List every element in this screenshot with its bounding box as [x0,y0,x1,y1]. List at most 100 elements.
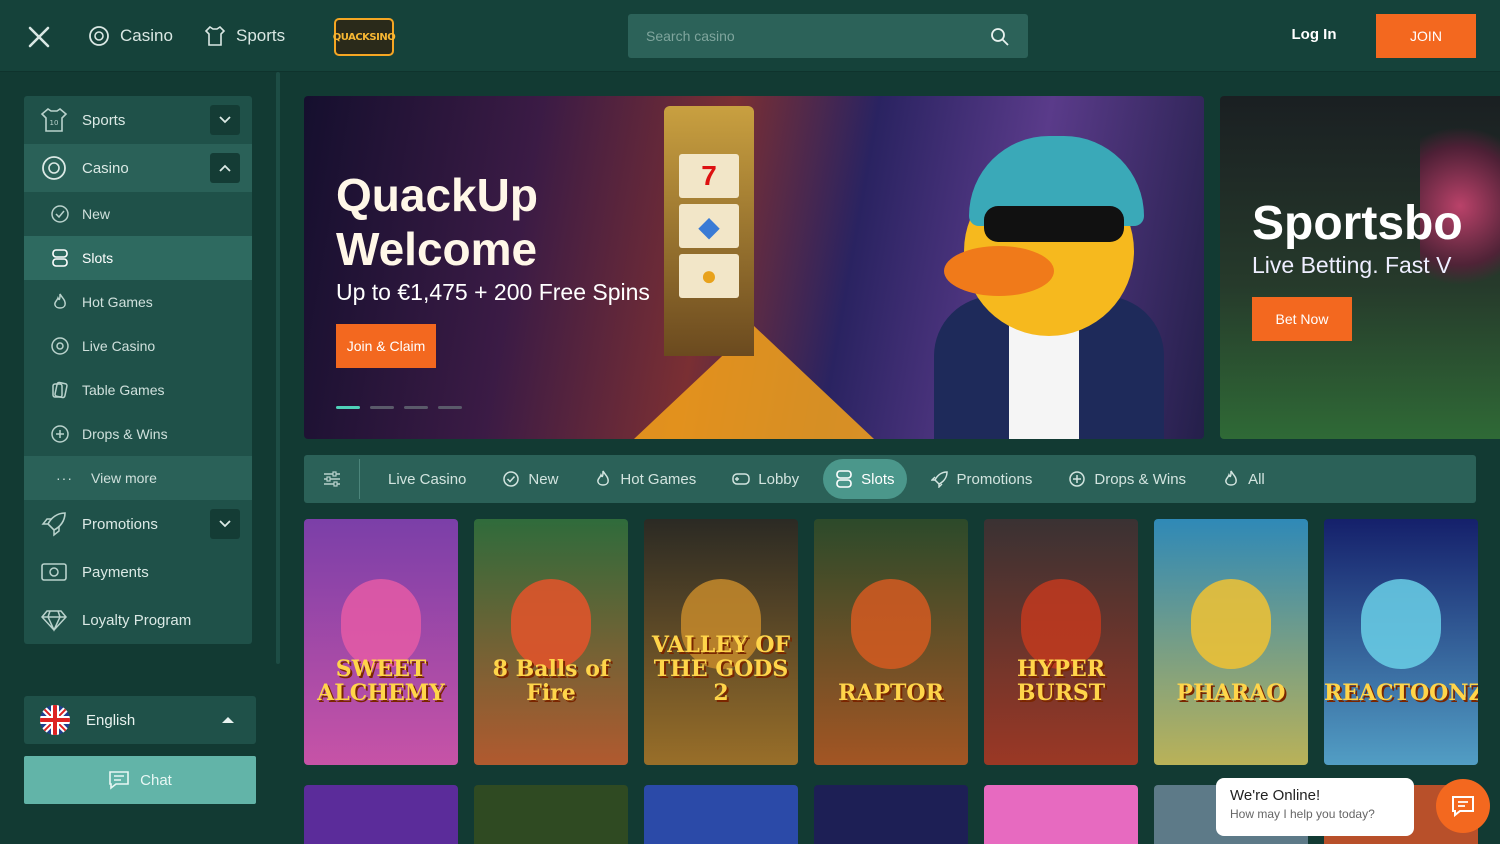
game-title: SWEET ALCHEMY [317,656,445,706]
category-tab-label: Hot Games [620,470,697,488]
sidebar-item-label: Slots [82,250,114,266]
sidebar-item-label: Hot Games [82,294,153,310]
sidebar-item-label: Casino [82,159,129,177]
sidebar-item-casino[interactable]: Casino [24,144,252,192]
category-tab-all[interactable]: All [1210,459,1277,499]
category-tab-promotions[interactable]: Promotions [919,459,1045,499]
diamond-icon [41,610,67,632]
language-selector[interactable]: English [24,696,256,744]
login-link[interactable]: Log In [1280,26,1348,43]
plus-circle-icon [51,425,69,443]
game-tile[interactable]: HYPER BURST [984,519,1138,765]
top-bar: Casino Sports QUACKSINO Log In JOIN [0,0,1500,72]
casino-chip-icon [42,156,66,180]
category-tab-drops-wins[interactable]: Drops & Wins [1056,459,1198,499]
sportsbook-banner-title: Sportsbo [1252,197,1463,250]
bet-now-button[interactable]: Bet Now [1252,297,1352,341]
category-tab-live-casino[interactable]: Live Casino [376,459,478,499]
carousel-dot[interactable] [438,406,462,409]
duck-mascot-beak [944,246,1054,296]
collapse-casino-button[interactable] [210,153,240,183]
sidebar-item-label: Payments [82,563,149,581]
filter-button[interactable] [304,459,360,499]
game-tile[interactable] [814,785,968,844]
chat-popup-title: We're Online! [1230,787,1321,804]
sidebar-item-slots[interactable]: Slots [24,236,252,280]
chat-button[interactable]: Chat [24,756,256,804]
ellipsis-icon: ··· [56,470,73,486]
game-tile[interactable] [304,785,458,844]
sidebar-item-table-games[interactable]: Table Games [24,368,252,412]
close-menu-button[interactable] [24,22,54,52]
rocket-icon [930,470,949,488]
sidebar-item-live-casino[interactable]: Live Casino [24,324,252,368]
game-tile[interactable]: SWEET ALCHEMY [304,519,458,765]
sidebar-item-label: Table Games [82,382,165,398]
category-tab-hot-games[interactable]: Hot Games [582,459,708,499]
duck-mascot-sunglasses [984,206,1124,242]
game-title: 8 Balls of Fire [492,656,610,706]
chat-popup-message: How may I help you today? [1230,807,1375,821]
carousel-dot[interactable] [336,406,360,409]
game-tile[interactable] [644,785,798,844]
sidebar-item-promotions[interactable]: Promotions [24,500,252,548]
expand-promotions-button[interactable] [210,509,240,539]
chat-bubble-icon [1452,796,1474,817]
game-tile[interactable]: VALLEY OF THE GODS 2 [644,519,798,765]
sidebar-main-group: 10 Sports Casino New Slots Hot Games Liv… [24,96,252,644]
banner-title: QuackUp Welcome [336,169,538,275]
flame-icon [1222,470,1240,488]
sidebar-item-payments[interactable]: Payments [24,548,252,596]
game-tile[interactable] [474,785,628,844]
carousel-dot[interactable] [404,406,428,409]
expand-sports-button[interactable] [210,105,240,135]
game-tile[interactable]: REACTOONZ [1324,519,1478,765]
chevron-down-icon [219,520,231,528]
game-title: REACTOONZ [1324,680,1478,706]
slots-icon [52,249,68,267]
sidebar-item-new[interactable]: New [24,192,252,236]
search-icon[interactable] [990,27,1010,47]
carousel-dot[interactable] [370,406,394,409]
flame-icon [54,293,66,309]
game-tile[interactable] [984,785,1138,844]
chevron-down-icon [219,116,231,124]
game-title: PHARAO [1176,680,1286,706]
sportsbook-banner[interactable]: Sportsbo Live Betting. Fast V Bet Now [1220,96,1500,439]
search-input[interactable] [628,14,978,58]
nav-sports-label: Sports [236,26,286,45]
category-tab-label: Lobby [758,470,800,488]
site-logo[interactable]: QUACKSINO [333,18,396,56]
search-box[interactable] [628,14,1028,58]
sidebar-item-hot-games[interactable]: Hot Games [24,280,252,324]
join-claim-button[interactable]: Join & Claim [336,324,436,368]
nav-casino-link[interactable]: Casino [88,24,173,48]
uk-flag-icon [40,705,70,735]
sidebar-view-more[interactable]: ··· View more [24,456,252,500]
sidebar-item-loyalty[interactable]: Loyalty Program [24,596,252,644]
join-button[interactable]: JOIN [1376,14,1476,58]
category-tab-slots[interactable]: Slots [823,459,907,499]
language-label: English [86,711,136,729]
game-art [1361,579,1441,669]
sidebar-item-label: Drops & Wins [82,426,168,442]
category-tab-label: New [528,470,559,488]
live-chat-popup[interactable]: We're Online! How may I help you today? [1216,778,1414,836]
sidebar-item-drops-wins[interactable]: Drops & Wins [24,412,252,456]
category-bar: Live Casino New Hot Games Lobby Slots Promoti… [304,455,1476,503]
rocket-icon [41,512,66,537]
sidebar-item-label: Live Casino [82,338,156,354]
category-tab-new[interactable]: New [490,459,570,499]
sliders-icon [323,471,340,487]
nav-casino-label: Casino [120,26,173,45]
nav-sports-link[interactable]: Sports [204,24,285,48]
live-chat-launcher[interactable] [1436,779,1490,833]
game-tile[interactable]: RAPTOR [814,519,968,765]
game-tile[interactable]: 8 Balls of Fire [474,519,628,765]
sidebar-item-sports[interactable]: 10 Sports [24,96,252,144]
chat-icon [109,771,129,790]
hero-banner[interactable]: 7 ◆ ● QuackUp Welcome Up to €1,475 + 200… [304,96,1204,439]
category-tab-lobby[interactable]: Lobby [720,459,811,499]
game-tile[interactable]: PHARAO [1154,519,1308,765]
sidebar-scrollbar[interactable] [276,72,280,664]
